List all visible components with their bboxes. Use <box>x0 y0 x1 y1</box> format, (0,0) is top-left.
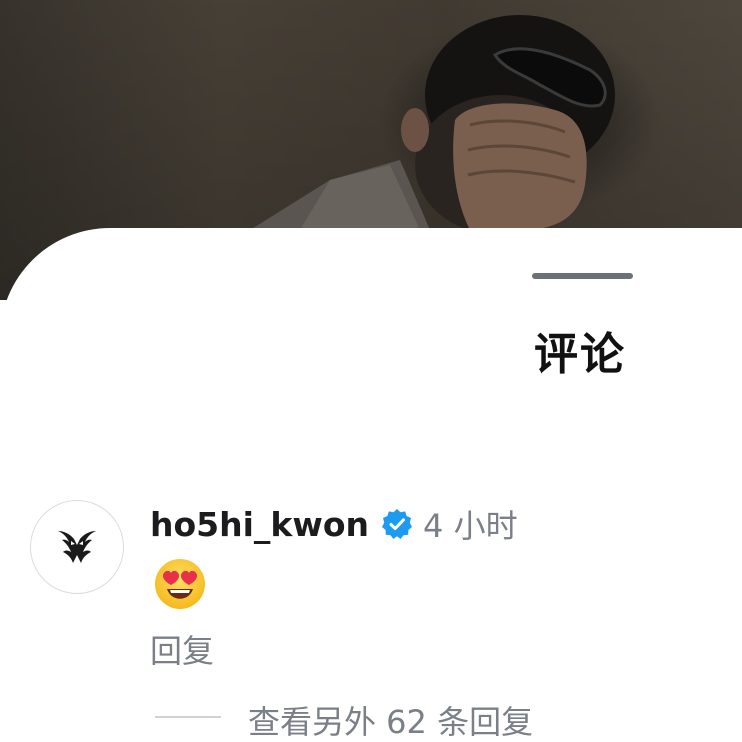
heart-eyes-emoji-icon <box>155 559 205 609</box>
replies-divider-line <box>155 716 221 718</box>
sheet-title: 评论 <box>534 329 626 380</box>
reply-button[interactable]: 回复 <box>150 626 214 672</box>
verified-badge-icon <box>382 509 413 539</box>
tiger-logo-icon <box>58 531 96 563</box>
comment-timestamp: 4 小时 <box>423 507 518 545</box>
comment-username[interactable]: ho5hi_kwon <box>150 505 369 544</box>
sheet-grabber-handle[interactable] <box>532 273 633 279</box>
view-more-replies-button[interactable]: 查看另外 62 条回复 <box>248 697 533 742</box>
comment-header: ho5hi_kwon 4 小时 <box>150 502 518 546</box>
comments-sheet <box>0 228 742 742</box>
comments-screen: 评论 ho5hi_kwon 4 小时 回复 查看另外 62 条回复 <box>0 0 742 742</box>
avatar[interactable] <box>30 500 124 594</box>
